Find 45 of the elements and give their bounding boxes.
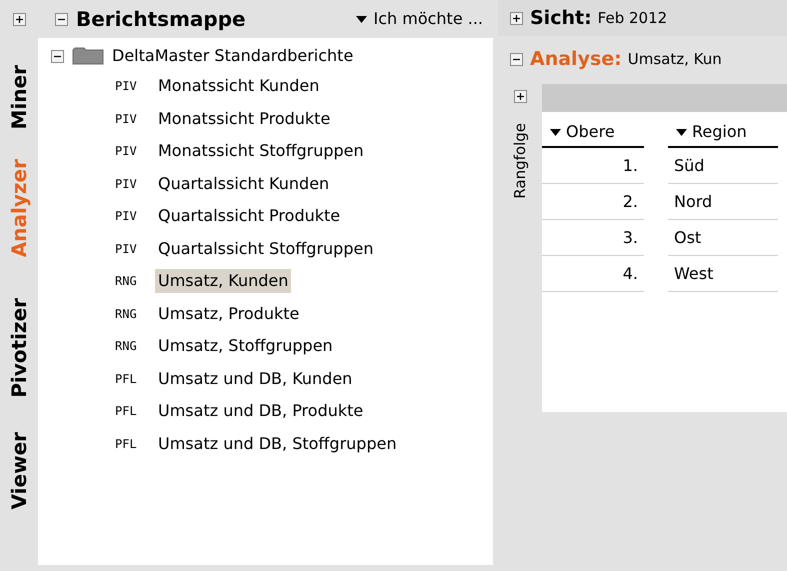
report-item[interactable]: Umsatz, Stoffgruppen	[155, 334, 336, 358]
report-type-code: PIV	[115, 110, 138, 128]
report-item[interactable]: Umsatz und DB, Kunden	[155, 366, 356, 391]
report-type-code: PIV	[115, 240, 138, 258]
report-item[interactable]: Monatssicht Kunden	[155, 74, 322, 98]
table-cell: 2.	[542, 184, 644, 220]
ranking-label: Rangfolge	[510, 123, 530, 199]
report-item[interactable]: Umsatz, Kunden	[155, 269, 292, 294]
report-type-code: PIV	[115, 143, 138, 160]
table-cell: 1.	[542, 148, 644, 184]
table-cell: Nord	[668, 184, 778, 220]
report-type-code: PIV	[115, 176, 138, 193]
table-cell: 3.	[542, 220, 644, 256]
report-item[interactable]: Monatssicht Produkte	[155, 106, 334, 131]
view-value: Feb 2012	[598, 8, 668, 29]
table-cell: Ost	[668, 220, 778, 256]
side-tab[interactable]: Viewer	[7, 432, 31, 510]
column-header[interactable]: Obere	[542, 118, 644, 148]
view-label: Sicht:	[530, 6, 592, 31]
table-cell: West	[668, 256, 778, 292]
report-type-code: PIV	[115, 78, 138, 96]
table-cell: 4.	[542, 256, 644, 292]
report-type-code: PFL	[115, 436, 138, 453]
report-type-code: PFL	[115, 403, 138, 420]
side-tab[interactable]: Miner	[7, 65, 31, 130]
report-item[interactable]: Quartalssicht Produkte	[155, 204, 344, 228]
panel-title: Berichtsmappe	[76, 6, 246, 33]
report-type-code: RNG	[115, 338, 138, 356]
report-type-code: RNG	[115, 306, 138, 323]
table-cell: Süd	[668, 148, 778, 184]
analysis-value: Umsatz, Kun	[628, 48, 722, 70]
analysis-label: Analyse:	[530, 46, 622, 72]
options-menu[interactable]: Ich möchte ...	[356, 7, 483, 31]
report-item[interactable]: Umsatz, Produkte	[155, 302, 302, 326]
column-header[interactable]: Region	[668, 118, 778, 148]
report-item[interactable]: Monatssicht Stoffgruppen	[155, 139, 367, 164]
report-item[interactable]: Umsatz und DB, Produkte	[155, 399, 366, 424]
report-item[interactable]: Quartalssicht Kunden	[155, 172, 332, 196]
report-item[interactable]: Umsatz und DB, Stoffgruppen	[155, 432, 400, 456]
side-tab[interactable]: Pivotizer	[7, 298, 31, 398]
report-item[interactable]: Quartalssicht Stoffgruppen	[155, 236, 376, 261]
report-type-code: PFL	[115, 370, 138, 388]
report-type-code: RNG	[115, 273, 138, 290]
folder-label[interactable]: DeltaMaster Standardberichte	[112, 44, 354, 68]
report-type-code: PIV	[115, 208, 138, 226]
